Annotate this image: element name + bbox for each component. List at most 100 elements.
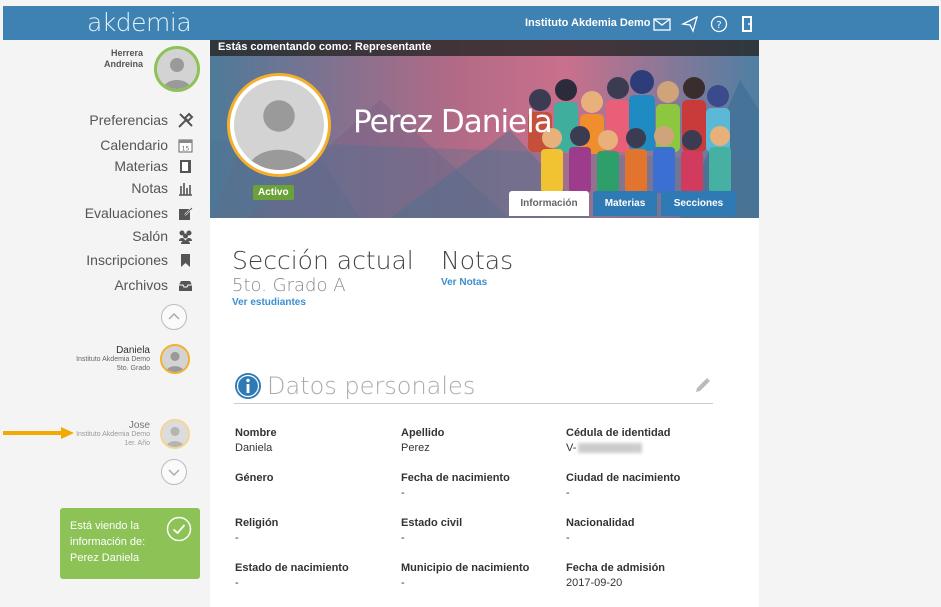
scroll-up-button[interactable]	[161, 304, 187, 330]
chevron-down-icon	[168, 469, 180, 477]
send-icon[interactable]	[681, 15, 699, 33]
help-icon[interactable]: ?	[710, 15, 728, 33]
tab-secciones[interactable]: Secciones	[661, 191, 736, 216]
profile-banner: Estás comentando como: Representante Per…	[210, 40, 759, 218]
menu-label: Calendario	[100, 137, 168, 153]
tab-informacion[interactable]: Información	[509, 191, 589, 216]
menu-label: Notas	[131, 180, 168, 196]
user-name: Herrera Andreina	[73, 48, 143, 70]
section-title: Sección actual	[232, 246, 414, 275]
inbox-icon	[179, 281, 192, 291]
scroll-down-button[interactable]	[161, 459, 187, 485]
menu-label: Evaluaciones	[84, 205, 168, 221]
menu-salon[interactable]: Salón	[23, 227, 198, 247]
field-nacionalidad: Nacionalidad -	[566, 517, 726, 544]
people-icon	[179, 230, 192, 244]
field-estado-nacimiento: Estado de nacimiento -	[235, 562, 395, 589]
field-label: Fecha de admisión	[566, 562, 666, 574]
field-label: Municipio de nacimiento	[401, 562, 530, 574]
field-estado-civil: Estado civil -	[401, 517, 561, 544]
menu-notas[interactable]: Notas	[23, 179, 198, 199]
field-label: Género	[235, 472, 274, 484]
arrow-annotation-icon	[3, 427, 74, 439]
edit-icon	[179, 207, 193, 220]
menu-label: Inscripciones	[86, 252, 168, 268]
blurred-id	[578, 443, 643, 454]
field-cedula: Cédula de identidad V-	[566, 427, 726, 454]
menu-evaluaciones[interactable]: Evaluaciones	[23, 204, 198, 224]
field-fecha-admision: Fecha de admisión 2017-09-20	[566, 562, 726, 589]
field-value: -	[235, 577, 239, 589]
child-grade: 5to. Grado	[116, 365, 150, 372]
menu-preferencias[interactable]: Preferencias	[23, 111, 198, 131]
notice-text: Está viendo la información de: Perez Dan…	[70, 520, 146, 564]
chevron-up-icon	[168, 312, 180, 320]
menu-inscripciones[interactable]: Inscripciones	[23, 251, 198, 271]
child-item-daniela[interactable]: Daniela Instituto Akdemia Demo 5to. Grad…	[10, 346, 150, 373]
child-school: Instituto Akdemia Demo	[76, 356, 150, 363]
field-ciudad-nacimiento: Ciudad de nacimiento -	[566, 472, 726, 499]
field-label: Nacionalidad	[566, 517, 635, 529]
calendar-icon: 15	[178, 139, 193, 153]
viewing-notice: Está viendo la información de: Perez Dan…	[60, 508, 200, 579]
status-badge: Activo	[253, 185, 294, 200]
institution-name[interactable]: Instituto Akdemia Demo	[525, 17, 651, 29]
user-first-name: Andreina	[103, 59, 143, 69]
field-label: Estado de nacimiento	[235, 562, 349, 574]
field-label: Ciudad de nacimiento	[566, 472, 681, 484]
field-religion: Religión -	[235, 517, 395, 544]
field-value: -	[401, 487, 405, 499]
top-bar: akdemia Instituto Akdemia Demo ?	[3, 6, 939, 40]
menu-materias[interactable]: Materias	[23, 157, 198, 177]
menu-label: Archivos	[114, 277, 168, 293]
svg-text:15: 15	[182, 146, 190, 153]
profile-avatar[interactable]	[227, 73, 331, 177]
user-last-name: Herrera	[110, 48, 143, 58]
field-label: Apellido	[401, 427, 445, 439]
field-value: V-	[566, 442, 726, 454]
check-circle-icon	[166, 516, 192, 542]
menu-label: Preferencias	[89, 112, 168, 128]
field-label: Nombre	[235, 427, 277, 439]
personal-data-title: Datos personales	[267, 372, 476, 400]
tools-icon	[178, 112, 194, 128]
field-label: Fecha de nacimiento	[401, 472, 510, 484]
mail-icon[interactable]	[653, 15, 671, 33]
app-logo[interactable]: akdemia	[87, 8, 192, 37]
menu-label: Materias	[114, 158, 168, 174]
field-nombre: Nombre Daniela	[235, 427, 395, 454]
field-municipio-nacimiento: Municipio de nacimiento -	[401, 562, 561, 589]
child-grade: 1er. Año	[124, 440, 150, 447]
sidebar: Herrera Andreina Preferencias Calendario…	[3, 40, 210, 607]
field-apellido: Apellido Perez	[401, 427, 561, 454]
field-value: -	[401, 532, 405, 544]
logout-icon[interactable]	[738, 15, 756, 33]
field-value: 2017-09-20	[566, 577, 623, 589]
svg-text:?: ?	[716, 20, 721, 31]
field-value: -	[566, 487, 570, 499]
bookmark-icon	[181, 254, 190, 267]
field-label: Religión	[235, 517, 279, 529]
field-genero: Género	[235, 472, 395, 487]
grades-title: Notas	[441, 246, 514, 275]
child-avatar[interactable]	[160, 419, 190, 449]
pencil-icon[interactable]	[693, 375, 713, 395]
field-value: -	[566, 532, 570, 544]
menu-label: Salón	[132, 228, 168, 244]
main-content: Estás comentando como: Representante Per…	[210, 40, 759, 607]
view-grades-link[interactable]: Ver Notas	[441, 277, 487, 288]
tab-materias[interactable]: Materias	[593, 191, 657, 216]
field-label: Estado civil	[401, 517, 463, 529]
field-value: -	[401, 577, 405, 589]
menu-calendario[interactable]: Calendario 15	[23, 136, 198, 156]
field-label: Cédula de identidad	[566, 427, 671, 439]
field-value: Perez	[401, 442, 430, 454]
menu-archivos[interactable]: Archivos	[23, 276, 198, 296]
child-avatar[interactable]	[160, 344, 190, 374]
user-avatar[interactable]	[154, 46, 200, 92]
view-students-link[interactable]: Ver estudiantes	[232, 297, 306, 308]
chart-icon	[179, 183, 192, 196]
field-fecha-nacimiento: Fecha de nacimiento -	[401, 472, 561, 499]
cedula-prefix: V-	[566, 442, 577, 454]
field-value: Daniela	[235, 442, 273, 454]
